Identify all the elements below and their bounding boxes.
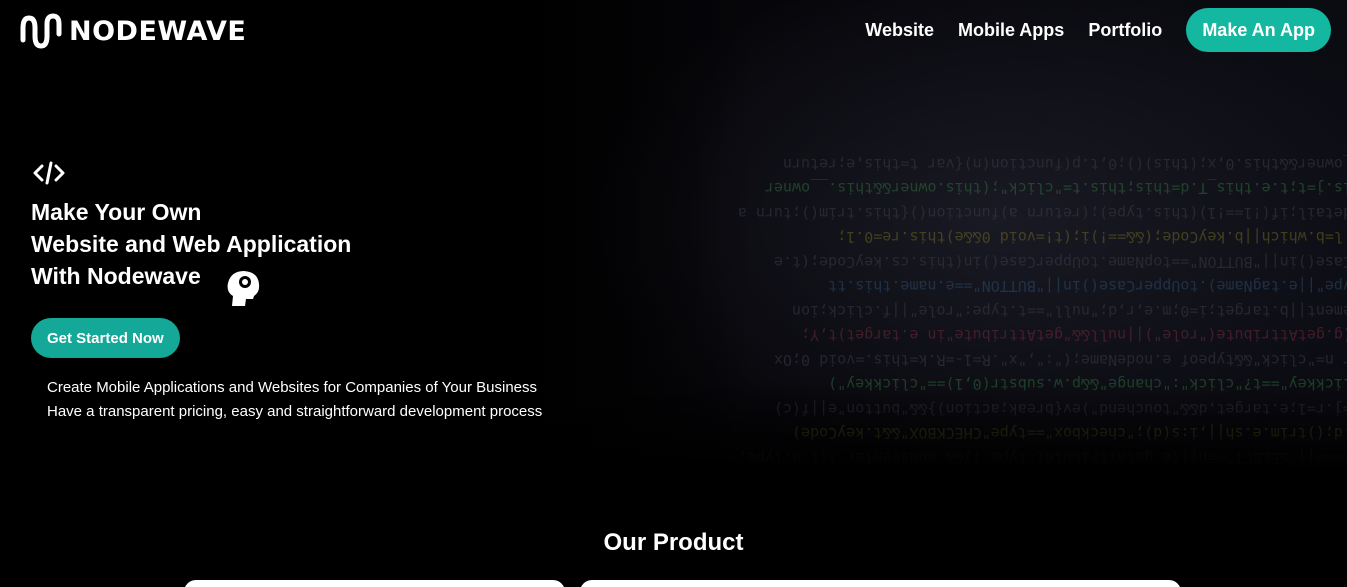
- hero-description-line-1: Create Mobile Applications and Websites …: [47, 379, 537, 396]
- nav-link-mobile-apps[interactable]: Mobile Apps: [958, 20, 1064, 41]
- brand-name: NODEWAVE: [69, 15, 247, 47]
- hero-title-line-3: With Nodewave: [31, 263, 201, 289]
- wave-logo-icon: [19, 12, 63, 50]
- get-started-button[interactable]: Get Started Now: [31, 318, 180, 358]
- brand-logo[interactable]: NODEWAVE: [19, 12, 246, 50]
- hero-title: Make Your Own Website and Web Applicatio…: [31, 196, 351, 292]
- hero-description-line-2: Have a transparent pricing, easy and str…: [47, 403, 543, 420]
- nav-link-website[interactable]: Website: [865, 20, 934, 41]
- hero-description: Create Mobile Applications and Websites …: [47, 376, 542, 424]
- main-navigation: Website Mobile Apps Portfolio Make An Ap…: [865, 8, 1331, 52]
- our-product-heading: Our Product: [603, 529, 744, 556]
- nav-link-portfolio[interactable]: Portfolio: [1088, 20, 1162, 41]
- hero-title-line-2: Website and Web Application: [31, 231, 352, 257]
- product-card[interactable]: [580, 580, 1181, 587]
- navbar: NODEWAVE Website Mobile Apps Portfolio M…: [0, 0, 1347, 62]
- make-an-app-button[interactable]: Make An App: [1186, 8, 1331, 52]
- hero-section: Make Your Own Website and Web Applicatio…: [31, 160, 542, 420]
- product-card[interactable]: [184, 580, 565, 587]
- thinking-head-icon: [224, 268, 262, 308]
- code-icon: [33, 160, 65, 186]
- hero-title-line-1: Make Your Own: [31, 199, 202, 225]
